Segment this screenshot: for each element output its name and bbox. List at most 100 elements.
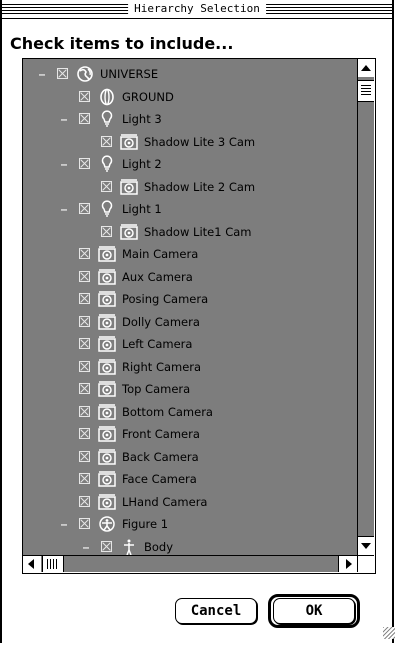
tree-row[interactable]: GROUND xyxy=(23,87,357,107)
globe-icon xyxy=(75,65,95,83)
camera-icon xyxy=(119,178,139,196)
scroll-up-arrow-icon[interactable] xyxy=(358,59,374,78)
include-checkbox[interactable] xyxy=(79,248,90,259)
tree-item-label: Top Camera xyxy=(122,382,191,396)
tree-item-label: Figure 1 xyxy=(122,517,169,531)
include-checkbox[interactable] xyxy=(79,405,90,417)
camera-icon xyxy=(97,313,117,331)
tree-row[interactable]: Face Camera xyxy=(23,469,357,489)
tree-item-label: Posing Camera xyxy=(122,292,209,306)
tree-row[interactable]: LHand Camera xyxy=(23,492,357,512)
vertical-scroll-thumb[interactable] xyxy=(358,80,374,102)
camera-icon xyxy=(97,403,117,421)
tree-item-label: Shadow Lite 3 Cam xyxy=(144,134,256,149)
scroll-corner xyxy=(357,555,374,572)
tree-row[interactable]: Shadow Lite 2 Cam xyxy=(23,177,357,197)
collapse-toggle-icon[interactable]: – xyxy=(36,65,48,83)
include-checkbox[interactable] xyxy=(79,90,90,102)
collapse-toggle-icon[interactable]: – xyxy=(58,200,70,218)
window-title: Hierarchy Selection xyxy=(128,1,266,17)
figure-icon xyxy=(97,515,117,533)
camera-icon xyxy=(97,380,117,398)
include-checkbox[interactable] xyxy=(79,450,90,462)
instruction-text: Check items to include... xyxy=(10,34,234,53)
title-bar[interactable]: Hierarchy Selection xyxy=(2,0,392,19)
include-checkbox[interactable] xyxy=(101,180,112,192)
scroll-left-arrow-icon[interactable] xyxy=(23,556,42,572)
tree-row[interactable]: – Light 3 xyxy=(23,109,357,129)
camera-icon xyxy=(97,358,117,376)
include-checkbox[interactable] xyxy=(101,540,112,552)
tree-item-label: Right Camera xyxy=(122,359,202,374)
include-checkbox[interactable] xyxy=(79,383,90,394)
tree-item-label: Bottom Camera xyxy=(122,404,213,419)
include-checkbox[interactable] xyxy=(101,225,112,237)
light-bulb-icon xyxy=(97,200,117,218)
tree-row[interactable]: – Figure 1 xyxy=(23,514,357,534)
vertical-scrollbar[interactable] xyxy=(357,59,374,555)
tree-row[interactable]: Main Camera xyxy=(23,244,357,264)
tree-item-label: Face Camera xyxy=(122,472,197,486)
tree-item-label: Front Camera xyxy=(122,427,200,441)
light-bulb-icon xyxy=(97,155,117,173)
include-checkbox[interactable] xyxy=(79,428,90,439)
collapse-toggle-icon[interactable]: – xyxy=(58,110,70,128)
include-checkbox[interactable] xyxy=(79,338,90,349)
camera-icon xyxy=(97,268,117,286)
collapse-toggle-icon[interactable]: – xyxy=(80,538,92,556)
include-checkbox[interactable] xyxy=(79,360,90,372)
tree-item-label: Main Camera xyxy=(122,247,199,261)
include-checkbox[interactable] xyxy=(79,113,90,124)
light-bulb-icon xyxy=(97,110,117,128)
tree-row[interactable]: – Light 2 xyxy=(23,154,357,174)
tree-row[interactable]: Bottom Camera xyxy=(23,402,357,422)
camera-icon xyxy=(97,290,117,308)
horizontal-scroll-track[interactable] xyxy=(41,556,339,572)
scroll-down-arrow-icon[interactable] xyxy=(358,536,374,555)
ok-button[interactable]: OK xyxy=(273,598,355,624)
collapse-toggle-icon[interactable]: – xyxy=(58,515,70,533)
include-checkbox[interactable] xyxy=(79,518,90,529)
tree-row[interactable]: Posing Camera xyxy=(23,289,357,309)
tree-row[interactable]: Aux Camera xyxy=(23,267,357,287)
tree-item-label: LHand Camera xyxy=(122,494,208,509)
tree-row[interactable]: Shadow Lite1 Cam xyxy=(23,222,357,242)
include-checkbox[interactable] xyxy=(101,135,112,147)
tree-row[interactable]: – Body xyxy=(23,537,357,556)
tree-row[interactable]: Right Camera xyxy=(23,357,357,377)
tree-item-label: Aux Camera xyxy=(122,269,193,284)
tree-item-label: Shadow Lite 2 Cam xyxy=(144,179,256,194)
include-checkbox[interactable] xyxy=(79,203,90,214)
tree-row[interactable]: – UNIVERSE xyxy=(23,64,357,84)
include-checkbox[interactable] xyxy=(79,495,90,507)
include-checkbox[interactable] xyxy=(79,270,90,282)
vertical-scroll-track[interactable] xyxy=(358,77,374,536)
tree-row[interactable]: Dolly Camera xyxy=(23,312,357,332)
tree-item-label: Light 3 xyxy=(122,112,162,126)
camera-icon xyxy=(97,425,117,443)
tree-row[interactable]: Shadow Lite 3 Cam xyxy=(23,132,357,152)
cancel-button[interactable]: Cancel xyxy=(175,598,257,624)
horizontal-scrollbar[interactable] xyxy=(23,555,357,572)
tree-row[interactable]: Front Camera xyxy=(23,424,357,444)
dialog-window: Hierarchy Selection Check items to inclu… xyxy=(0,0,395,643)
include-checkbox[interactable] xyxy=(57,68,68,79)
tree-item-label: Back Camera xyxy=(122,449,199,464)
tree-row[interactable]: – Light 1 xyxy=(23,199,357,219)
camera-icon xyxy=(97,335,117,353)
camera-icon xyxy=(97,245,117,263)
include-checkbox[interactable] xyxy=(79,158,90,169)
tree-row[interactable]: Left Camera xyxy=(23,334,357,354)
include-checkbox[interactable] xyxy=(79,315,90,327)
resize-grip-icon[interactable] xyxy=(383,627,395,639)
collapse-toggle-icon[interactable]: – xyxy=(58,155,70,173)
include-checkbox[interactable] xyxy=(79,293,90,304)
tree-item-label: Left Camera xyxy=(122,337,193,351)
body-icon xyxy=(119,538,139,556)
horizontal-scroll-thumb[interactable] xyxy=(42,556,64,572)
tree-row[interactable]: Back Camera xyxy=(23,447,357,467)
scroll-right-arrow-icon[interactable] xyxy=(338,556,357,572)
include-checkbox[interactable] xyxy=(79,473,90,484)
tree-item-label: UNIVERSE xyxy=(100,67,159,81)
tree-row[interactable]: Top Camera xyxy=(23,379,357,399)
